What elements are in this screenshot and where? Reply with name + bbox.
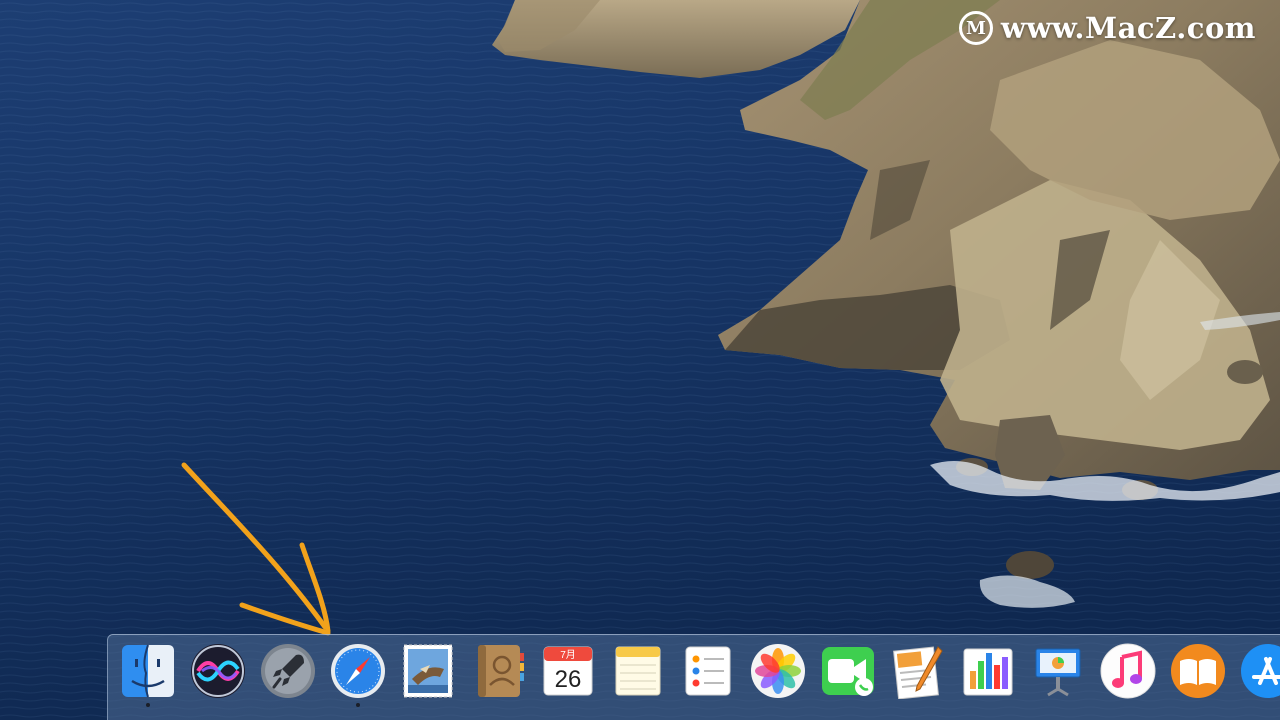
- calendar-month: 7月: [560, 649, 576, 661]
- photos-flower-icon: [750, 643, 806, 699]
- dock-item-numbers[interactable]: [958, 643, 1018, 707]
- watermark: M www.MacZ.com: [958, 8, 1256, 48]
- running-indicator: [1196, 703, 1200, 707]
- dock-item-keynote[interactable]: [1028, 643, 1088, 707]
- running-indicator: [216, 703, 220, 707]
- dock-item-launchpad[interactable]: [258, 643, 318, 707]
- running-indicator: [356, 703, 360, 707]
- calendar-icon: 7月 26: [540, 643, 596, 699]
- numbers-chart-icon: [960, 643, 1016, 699]
- running-indicator: [496, 703, 500, 707]
- running-indicator: [706, 703, 710, 707]
- dock-item-pages[interactable]: [888, 643, 948, 707]
- dock-item-photos[interactable]: [748, 643, 808, 707]
- running-indicator: [1126, 703, 1130, 707]
- running-indicator: [846, 703, 850, 707]
- books-open-book-icon: [1170, 643, 1226, 699]
- running-indicator: [146, 703, 150, 707]
- dock-item-reminders[interactable]: [678, 643, 738, 707]
- dock-item-finder[interactable]: [118, 643, 178, 707]
- running-indicator: [566, 703, 570, 707]
- dock-item-siri[interactable]: [188, 643, 248, 707]
- safari-compass-icon: [330, 643, 386, 699]
- wallpaper-image: [0, 0, 1280, 720]
- dock-item-books[interactable]: [1168, 643, 1228, 707]
- launchpad-rocket-icon: [260, 643, 316, 699]
- finder-icon: [120, 643, 176, 699]
- watermark-text: www.MacZ.com: [1000, 11, 1256, 45]
- dock-item-facetime[interactable]: [818, 643, 878, 707]
- dock-item-contacts[interactable]: [468, 643, 528, 707]
- calendar-day: 26: [555, 666, 582, 693]
- macz-logo-icon: M: [958, 11, 993, 45]
- running-indicator: [636, 703, 640, 707]
- pages-pen-icon: [890, 643, 946, 699]
- running-indicator: [776, 703, 780, 707]
- reminders-icon: [680, 643, 736, 699]
- notes-icon: [610, 643, 666, 699]
- siri-icon: [190, 643, 246, 699]
- dock: 7月 26: [107, 634, 1280, 720]
- keynote-podium-icon: [1030, 643, 1086, 699]
- music-note-icon: [1100, 643, 1156, 699]
- dock-item-calendar[interactable]: 7月 26: [538, 643, 598, 707]
- dock-item-app-store[interactable]: [1238, 643, 1280, 707]
- app-store-icon: [1240, 643, 1280, 699]
- desktop-wallpaper: [0, 0, 1280, 720]
- running-indicator: [1056, 703, 1060, 707]
- dock-item-safari[interactable]: [328, 643, 388, 707]
- facetime-camera-icon: [820, 643, 876, 699]
- contacts-book-icon: [470, 643, 526, 699]
- dock-item-music[interactable]: [1098, 643, 1158, 707]
- mail-stamp-icon: [400, 643, 456, 699]
- running-indicator: [426, 703, 430, 707]
- dock-item-notes[interactable]: [608, 643, 668, 707]
- running-indicator: [1266, 703, 1270, 707]
- running-indicator: [286, 703, 290, 707]
- running-indicator: [986, 703, 990, 707]
- running-indicator: [916, 703, 920, 707]
- dock-item-mail[interactable]: [398, 643, 458, 707]
